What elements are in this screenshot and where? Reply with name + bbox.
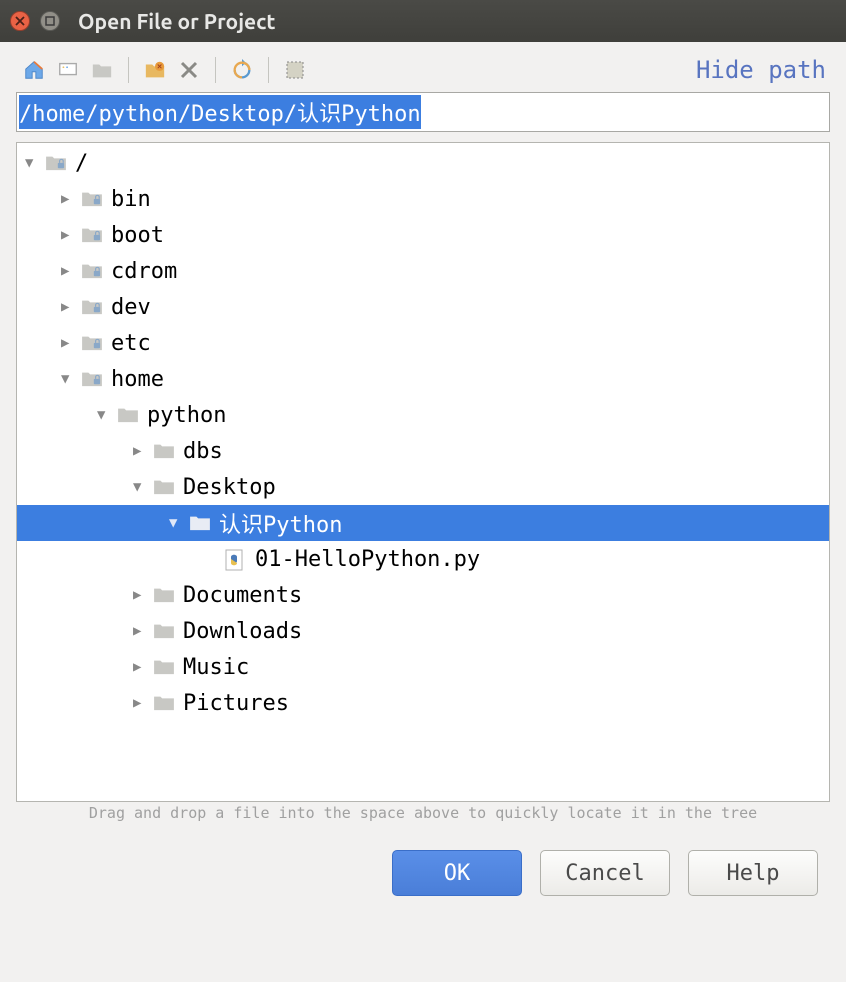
tree-node-label: / [75, 151, 88, 176]
tree-node-label: home [111, 367, 164, 392]
tree-node-label: boot [111, 223, 164, 248]
tree-node-label: etc [111, 331, 151, 356]
path-input[interactable]: /home/python/Desktop/认识Python [16, 92, 830, 132]
separator [215, 57, 216, 83]
tree-node[interactable]: ▶ Downloads [17, 613, 829, 649]
tree-node[interactable]: ▶ Pictures [17, 685, 829, 721]
folder-lock-icon [81, 261, 105, 281]
file-tree[interactable]: ▼/▶bin▶boot▶cdrom▶dev▶etc▼home▼python▶db… [16, 142, 830, 802]
expand-icon[interactable]: ▼ [133, 479, 153, 495]
separator [128, 57, 129, 83]
folder-icon [153, 441, 177, 461]
expand-icon[interactable]: ▶ [61, 227, 81, 243]
expand-icon[interactable]: ▶ [133, 443, 153, 459]
tree-node-label: Documents [183, 583, 302, 608]
tree-node[interactable]: ▶ Documents [17, 577, 829, 613]
tree-node[interactable]: ▶ boot [17, 217, 829, 253]
tree-node[interactable]: ▼ python [17, 397, 829, 433]
project-icon[interactable] [88, 56, 116, 84]
show-hidden-icon[interactable] [281, 56, 309, 84]
toolbar: Hide path [0, 42, 846, 92]
tree-node-label: Downloads [183, 619, 302, 644]
folder-icon [117, 405, 141, 425]
help-button[interactable]: Help [688, 850, 818, 896]
expand-icon[interactable]: ▼ [169, 515, 189, 531]
expand-icon[interactable]: ▶ [61, 263, 81, 279]
expand-icon[interactable]: ▼ [61, 371, 81, 387]
tree-node[interactable]: ▼ 认识Python [17, 505, 829, 541]
expand-icon[interactable]: ▶ [133, 587, 153, 603]
desktop-icon[interactable] [54, 56, 82, 84]
folder-lock-icon [81, 333, 105, 353]
folder-lock-icon [81, 297, 105, 317]
expand-icon[interactable]: ▶ [61, 335, 81, 351]
tree-node[interactable]: ▶ cdrom [17, 253, 829, 289]
tree-node[interactable]: ▼/ [17, 145, 829, 181]
new-folder-icon[interactable] [141, 56, 169, 84]
cancel-button[interactable]: Cancel [540, 850, 670, 896]
expand-icon[interactable]: ▶ [133, 623, 153, 639]
folder-lock-icon [45, 153, 69, 173]
separator [268, 57, 269, 83]
window-title: Open File or Project [78, 9, 276, 33]
tree-node[interactable]: ▼ home [17, 361, 829, 397]
expand-icon[interactable]: ▶ [61, 191, 81, 207]
folder-icon [153, 477, 177, 497]
drag-hint: Drag and drop a file into the space abov… [0, 802, 846, 832]
tree-node[interactable]: 01-HelloPython.py [17, 541, 829, 577]
folder-icon [153, 621, 177, 641]
refresh-icon[interactable] [228, 56, 256, 84]
home-icon[interactable] [20, 56, 48, 84]
tree-node-label: 认识Python [219, 507, 342, 539]
tree-node-label: cdrom [111, 259, 177, 284]
tree-node-label: bin [111, 187, 151, 212]
ok-button[interactable]: OK [392, 850, 522, 896]
tree-node-label: Music [183, 655, 249, 680]
tree-node[interactable]: ▶ Music [17, 649, 829, 685]
tree-node-label: Pictures [183, 691, 289, 716]
tree-node-label: 01-HelloPython.py [255, 547, 480, 572]
folder-lock-icon [81, 369, 105, 389]
tree-node-label: dbs [183, 439, 223, 464]
expand-icon[interactable]: ▶ [133, 695, 153, 711]
close-icon[interactable] [10, 11, 30, 31]
tree-node[interactable]: ▶ dbs [17, 433, 829, 469]
folder-icon [153, 657, 177, 677]
folder-lock-icon [81, 225, 105, 245]
expand-icon[interactable]: ▶ [61, 299, 81, 315]
folder-icon [153, 585, 177, 605]
delete-icon[interactable] [175, 56, 203, 84]
button-bar: OK Cancel Help [0, 832, 846, 914]
tree-node[interactable]: ▶ etc [17, 325, 829, 361]
expand-icon[interactable]: ▶ [133, 659, 153, 675]
pyfile-icon [225, 549, 249, 569]
tree-node[interactable]: ▶ dev [17, 289, 829, 325]
folder-lock-icon [81, 189, 105, 209]
expand-icon[interactable]: ▼ [97, 407, 117, 423]
titlebar: Open File or Project [0, 0, 846, 42]
minimize-icon[interactable] [40, 11, 60, 31]
tree-node-label: dev [111, 295, 151, 320]
expand-icon[interactable]: ▼ [25, 155, 45, 171]
tree-node[interactable]: ▶ bin [17, 181, 829, 217]
tree-node-label: python [147, 403, 226, 428]
tree-node[interactable]: ▼ Desktop [17, 469, 829, 505]
folder-icon [189, 513, 213, 533]
folder-icon [153, 693, 177, 713]
tree-node-label: Desktop [183, 475, 276, 500]
hide-path-link[interactable]: Hide path [696, 56, 826, 84]
path-input-value: /home/python/Desktop/认识Python [19, 95, 421, 129]
